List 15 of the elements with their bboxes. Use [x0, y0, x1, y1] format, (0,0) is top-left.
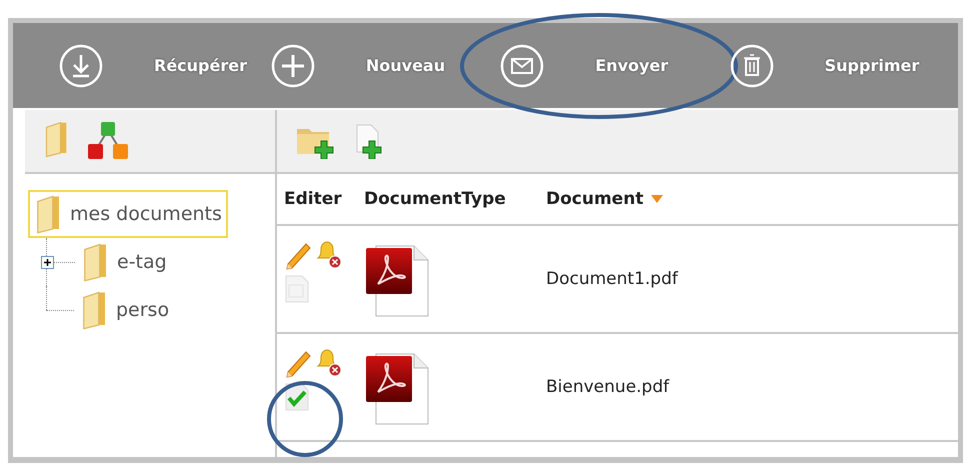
- hierarchy-icon[interactable]: [85, 120, 131, 162]
- file-name[interactable]: Bienvenue.pdf: [546, 377, 670, 397]
- file-name[interactable]: Document1.pdf: [546, 269, 678, 289]
- trash-icon: [728, 42, 775, 88]
- tree-item[interactable]: mes documents: [28, 190, 228, 238]
- download-icon: [58, 42, 104, 88]
- checked-file-icon[interactable]: [284, 382, 310, 412]
- plus-icon: [270, 42, 316, 88]
- column-header[interactable]: Editer: [284, 189, 364, 209]
- tree-item[interactable]: e-tag: [75, 238, 173, 286]
- expand-icon[interactable]: [41, 256, 54, 269]
- tree-item[interactable]: perso: [74, 286, 176, 334]
- envelope-icon: [499, 42, 546, 88]
- column-header[interactable]: Document: [546, 189, 664, 209]
- column-header[interactable]: DocumentType: [364, 189, 546, 209]
